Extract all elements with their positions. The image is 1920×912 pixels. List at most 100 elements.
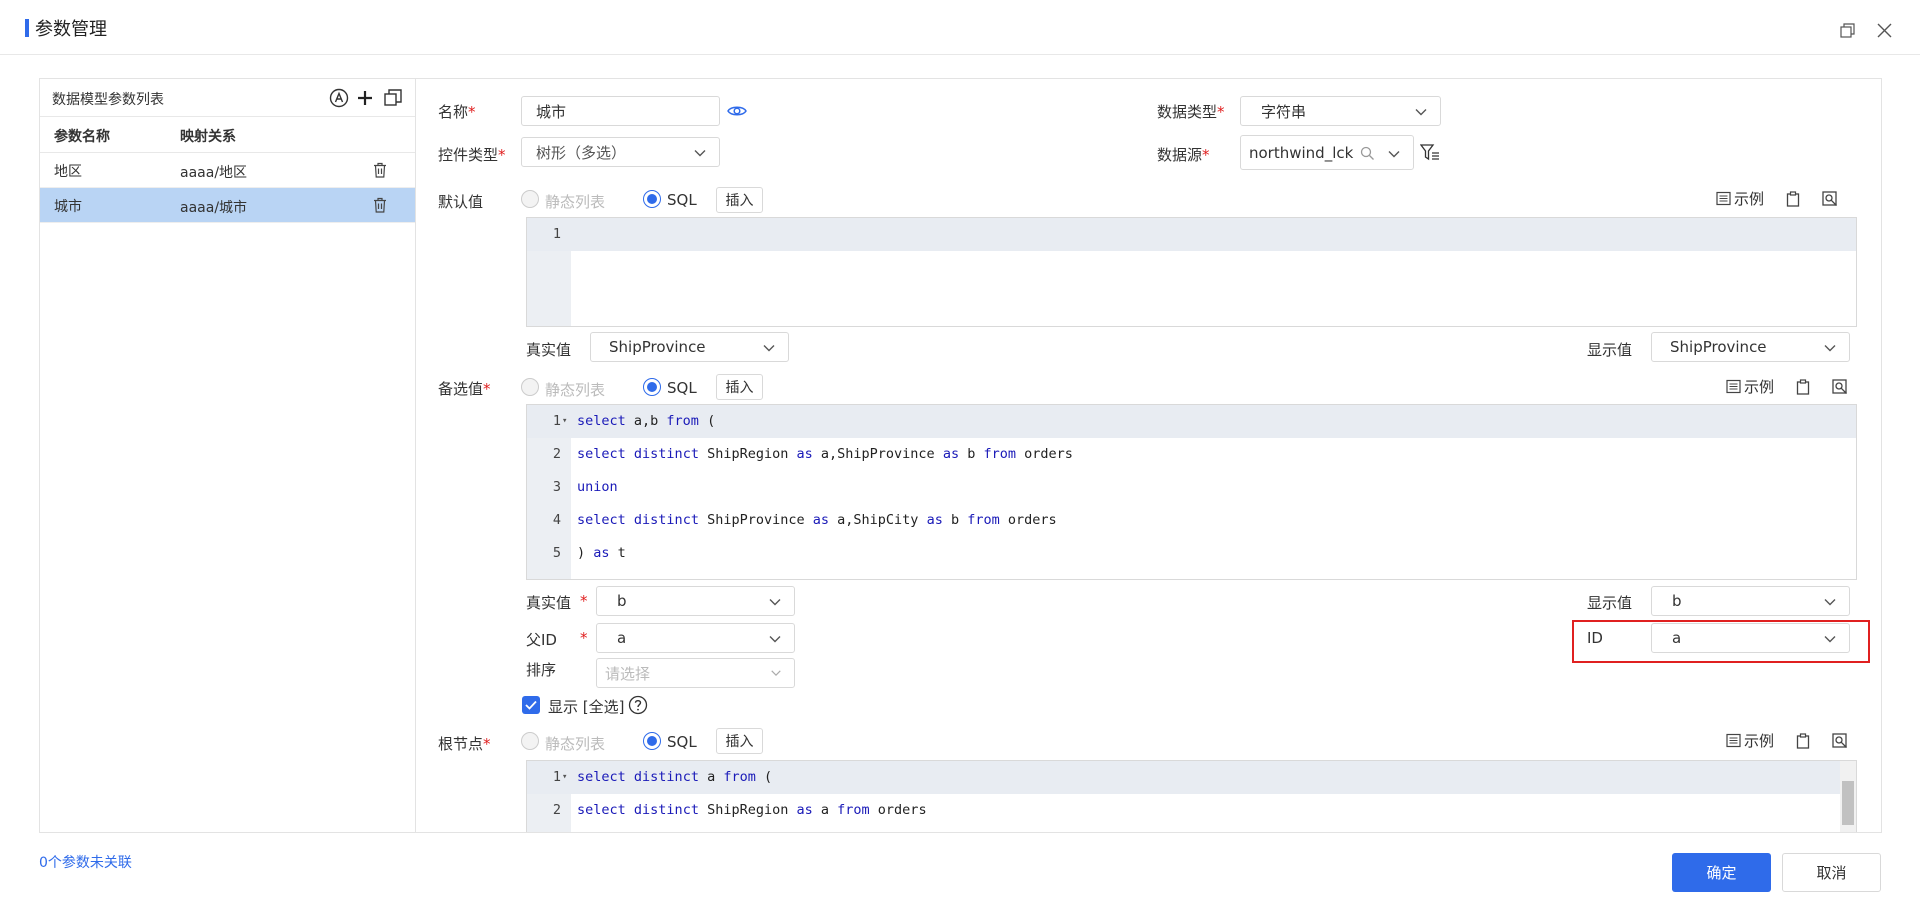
default-toolbar: 示例: [1716, 188, 1838, 209]
auto-match-icon[interactable]: [328, 87, 350, 109]
code-line: 3 union: [527, 471, 1856, 504]
cand-real-label: 真实值: [526, 594, 572, 612]
unlinked-params-link[interactable]: 0个参数未关联: [39, 852, 132, 872]
candidate-value-label: 备选值*: [438, 380, 491, 398]
scrollbar-thumb[interactable]: [1842, 781, 1854, 825]
close-icon[interactable]: [1874, 20, 1894, 40]
param-row-city[interactable]: 城市 aaaa/城市: [40, 188, 415, 223]
cancel-button[interactable]: 取消: [1782, 853, 1881, 892]
preview-icon[interactable]: [1822, 190, 1838, 207]
clipboard-icon[interactable]: [1786, 190, 1800, 207]
cand-display-value: b: [1672, 592, 1682, 610]
code-text: select distinct ShipProvince as a,ShipCi…: [577, 512, 1057, 528]
chevron-down-icon: [769, 599, 781, 606]
code-text: union: [577, 479, 618, 495]
show-all-label: 显示 [全选]: [548, 698, 625, 716]
cand-real-value: b: [617, 592, 627, 610]
fold-icon[interactable]: ▾: [562, 405, 567, 438]
root-static-radio[interactable]: [521, 732, 539, 750]
line-number: 4: [552, 512, 561, 528]
candidate-toolbar: 示例: [1726, 376, 1848, 397]
chevron-down-icon: [763, 345, 775, 352]
id-select[interactable]: a: [1651, 623, 1850, 653]
parent-id-select[interactable]: a: [596, 623, 795, 653]
id-label: ID: [1587, 629, 1603, 647]
candidate-example-button[interactable]: 示例: [1726, 376, 1774, 397]
line-number: 5: [552, 545, 561, 561]
code-line: 2 select distinct ShipRegion as a from o…: [527, 794, 1856, 827]
clipboard-icon[interactable]: [1796, 378, 1810, 395]
example-label: 示例: [1744, 732, 1775, 750]
control-type-label: 控件类型*: [438, 146, 506, 164]
search-icon[interactable]: [1360, 146, 1375, 161]
root-sql-radio[interactable]: [643, 732, 661, 750]
line-number: 2: [552, 446, 561, 462]
cand-display-select[interactable]: b: [1651, 586, 1850, 616]
default-static-radio[interactable]: [521, 190, 539, 208]
dialog-title: 参数管理: [35, 19, 107, 40]
list-icon: [1716, 191, 1731, 206]
root-example-button[interactable]: 示例: [1726, 730, 1774, 751]
show-all-checkbox[interactable]: [522, 696, 540, 714]
code-line: 4 select distinct ShipProvince as a,Ship…: [527, 504, 1856, 537]
data-type-select[interactable]: 字符串: [1240, 96, 1441, 126]
param-row-region[interactable]: 地区 aaaa/地区: [40, 153, 415, 188]
sort-placeholder: 请选择: [605, 664, 651, 683]
candidate-sql-editor[interactable]: 1 ▾ select a,b from ( 2 select distinct …: [526, 404, 1857, 580]
chevron-down-icon: [1824, 345, 1836, 352]
name-input[interactable]: 城市: [521, 96, 720, 126]
line-number: 2: [552, 802, 561, 818]
root-insert-button[interactable]: 插入: [716, 728, 763, 754]
chevron-down-icon: [1824, 599, 1836, 606]
fold-icon[interactable]: ▾: [562, 761, 567, 794]
restore-icon[interactable]: [1838, 21, 1856, 39]
clipboard-icon[interactable]: [1796, 732, 1810, 749]
param-list-panel: 数据模型参数列表 参数名称 映射关系 地区 aaaa/地区 城市 aaaa/城市: [40, 79, 416, 832]
default-example-button[interactable]: 示例: [1716, 188, 1764, 209]
required-mark: *: [580, 592, 588, 610]
root-node-label: 根节点*: [438, 735, 491, 753]
chevron-down-icon: [769, 636, 781, 643]
code-line: 5 ) as t: [527, 537, 1856, 570]
title-accent-bar: [25, 19, 29, 37]
default-display-select[interactable]: ShipProvince: [1651, 332, 1850, 362]
line-number: 1: [552, 226, 561, 242]
preview-icon[interactable]: [1832, 378, 1848, 395]
help-icon[interactable]: [628, 695, 648, 715]
delete-icon[interactable]: [370, 160, 390, 180]
sort-select[interactable]: 请选择: [596, 658, 795, 688]
control-type-value: 树形（多选）: [536, 143, 627, 162]
column-param-name: 参数名称: [54, 129, 110, 145]
code-line: 1 ▾ select distinct a from (: [527, 761, 1856, 794]
preview-icon[interactable]: [1832, 732, 1848, 749]
default-sql-radio[interactable]: [643, 190, 661, 208]
data-source-label: 数据源*: [1157, 146, 1210, 164]
code-text: select distinct ShipRegion as a from ord…: [577, 802, 927, 818]
candidate-insert-button[interactable]: 插入: [716, 374, 763, 400]
control-type-select[interactable]: 树形（多选）: [521, 137, 720, 167]
example-label: 示例: [1744, 378, 1775, 396]
delete-icon[interactable]: [370, 195, 390, 215]
param-mapping: aaaa/城市: [180, 200, 248, 216]
data-source-select[interactable]: northwind_lck: [1240, 135, 1414, 170]
default-sql-editor[interactable]: 1: [526, 217, 1857, 327]
chevron-down-icon[interactable]: [1387, 147, 1401, 161]
ok-button[interactable]: 确定: [1672, 853, 1771, 892]
scrollbar-track[interactable]: [1840, 761, 1856, 832]
dialog-titlebar: 参数管理: [0, 0, 1920, 55]
param-list-columns: 参数名称 映射关系: [40, 117, 415, 153]
candidate-static-radio[interactable]: [521, 378, 539, 396]
add-icon[interactable]: [354, 87, 376, 109]
chevron-down-icon: [1824, 636, 1836, 643]
filter-icon[interactable]: [1420, 143, 1440, 163]
root-sql-editor[interactable]: 1 ▾ select distinct a from ( 2 select di…: [526, 760, 1857, 832]
root-sql-label: SQL: [667, 733, 697, 751]
cand-display-label: 显示值: [1587, 594, 1633, 612]
cand-real-select[interactable]: b: [596, 586, 795, 616]
default-real-select[interactable]: ShipProvince: [590, 332, 789, 362]
default-insert-button[interactable]: 插入: [716, 187, 763, 213]
eye-icon[interactable]: [726, 100, 748, 122]
copy-icon[interactable]: [382, 87, 404, 109]
data-type-label: 数据类型*: [1157, 103, 1225, 121]
candidate-sql-radio[interactable]: [643, 378, 661, 396]
